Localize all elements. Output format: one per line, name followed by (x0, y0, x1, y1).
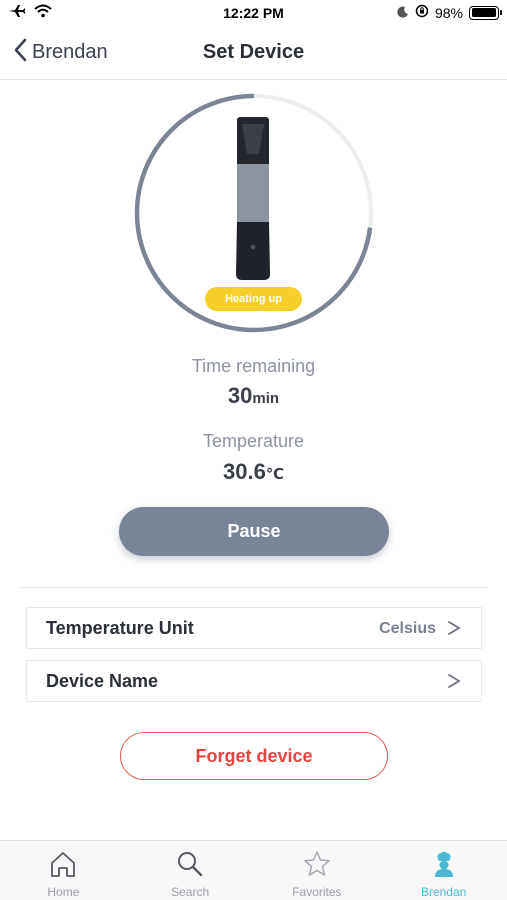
chef-icon (429, 849, 459, 884)
status-badge: Heating up (205, 287, 302, 311)
pause-button[interactable]: Pause (119, 507, 389, 556)
device-illustration (233, 114, 273, 284)
status-right: 98% (397, 4, 502, 21)
rotation-lock-icon (415, 4, 429, 21)
search-icon (175, 849, 205, 884)
time-remaining-unit: min (252, 390, 280, 407)
home-icon (48, 849, 78, 884)
chevron-right-icon (447, 619, 461, 642)
temperature-unit: ℃ (265, 466, 284, 483)
tab-home[interactable]: Home (0, 841, 127, 900)
chevron-right-icon (447, 672, 461, 695)
battery-percent: 98% (434, 4, 463, 21)
moon-icon (397, 5, 409, 21)
tab-label: Brendan (420, 885, 467, 899)
temperature-unit-row[interactable]: Temperature Unit Celsius (26, 607, 482, 649)
temperature-label: Temperature (202, 431, 305, 451)
nav-bar: Brendan Set Device (0, 28, 507, 80)
forget-device-button[interactable]: Forget device (120, 732, 388, 780)
setting-label: Temperature Unit (46, 618, 194, 638)
tab-label: Home (47, 885, 80, 899)
tab-label: Favorites (292, 885, 342, 899)
page-title: Set Device (202, 41, 305, 63)
temperature-number: 30.6 (223, 459, 266, 484)
tab-label: Search (171, 885, 210, 899)
tab-bar: Home Search Favorites Brendan (0, 840, 507, 900)
time-remaining-label: Time remaining (191, 356, 316, 376)
setting-value: Celsius (379, 620, 436, 637)
tab-favorites[interactable]: Favorites (254, 841, 381, 900)
set-device-screen: 12:22 PM 98% Brendan Set Device Heating … (0, 0, 507, 900)
tab-profile[interactable]: Brendan (380, 841, 507, 900)
status-bar: 12:22 PM 98% (0, 0, 507, 28)
tab-search[interactable]: Search (127, 841, 254, 900)
temperature-value: 30.6℃ (0, 459, 507, 485)
star-icon (302, 849, 332, 884)
time-remaining-number: 30 (227, 383, 253, 408)
setting-label: Device Name (46, 671, 159, 691)
battery-icon (469, 5, 502, 20)
device-name-row[interactable]: Device Name (26, 660, 482, 702)
divider (20, 587, 488, 588)
time-remaining-value: 30min (0, 383, 507, 409)
